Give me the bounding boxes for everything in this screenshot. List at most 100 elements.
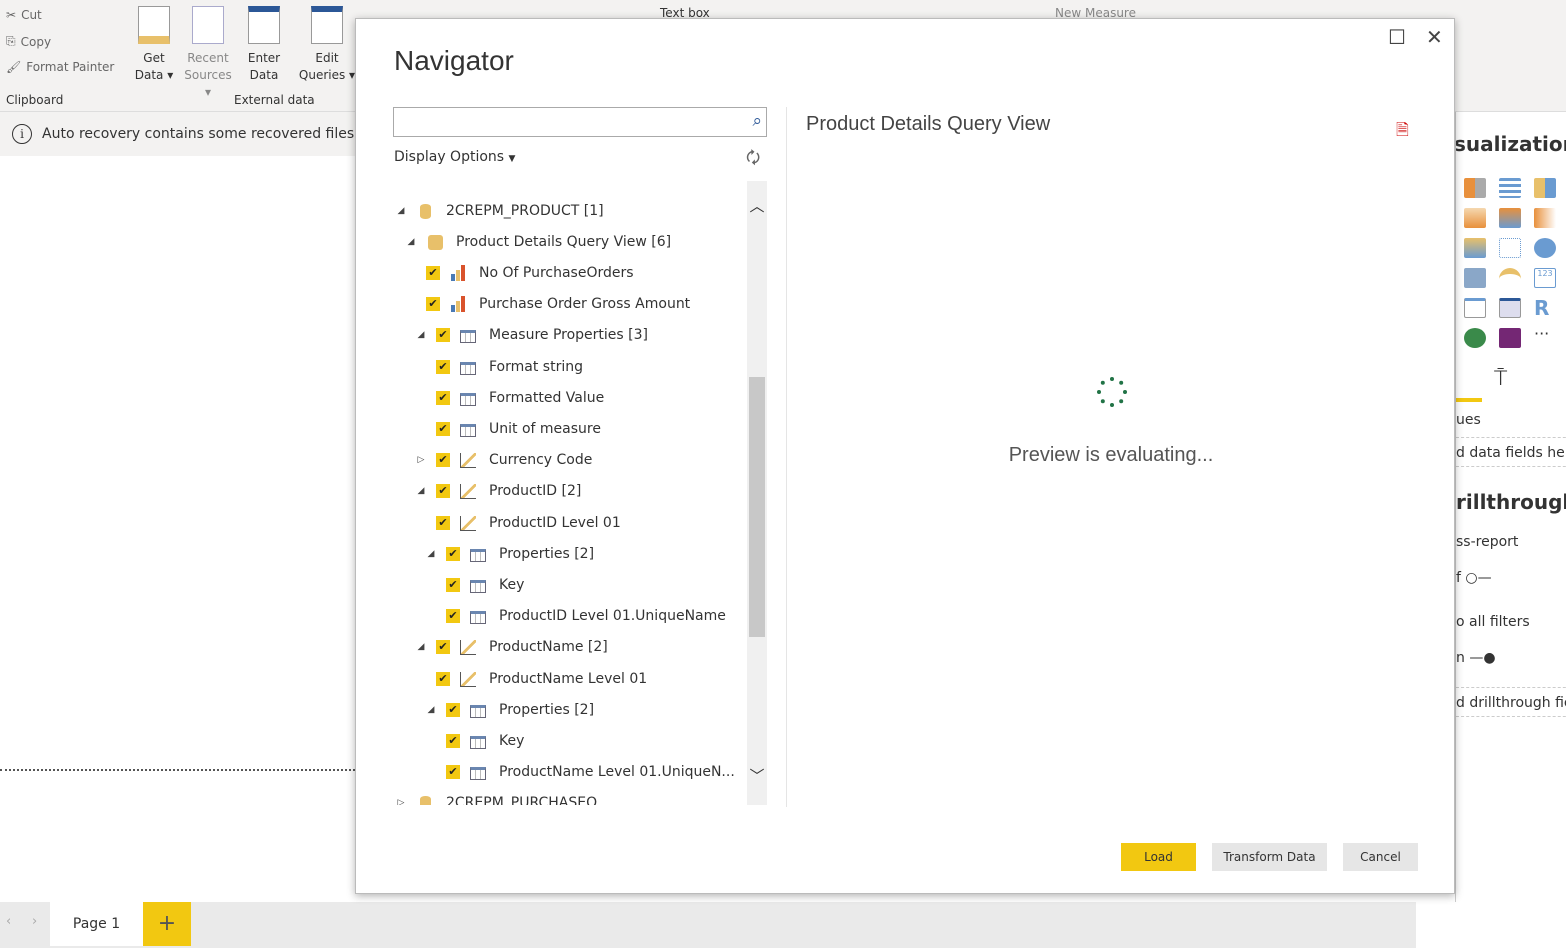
checkbox[interactable]: ✔: [436, 515, 450, 530]
tree-item[interactable]: ◢ ✔ Properties [2]: [426, 538, 594, 569]
checkbox[interactable]: ✔: [446, 609, 460, 624]
expanded-arrow-icon[interactable]: ◢: [396, 206, 406, 216]
matrix-icon[interactable]: [1499, 298, 1521, 318]
expanded-arrow-icon[interactable]: ◢: [406, 237, 416, 247]
expanded-arrow-icon[interactable]: ◢: [426, 549, 436, 559]
tree-item[interactable]: ✔ Key: [436, 725, 524, 756]
checkbox[interactable]: ✔: [436, 328, 450, 343]
cancel-button[interactable]: Cancel: [1343, 843, 1418, 871]
tree-scrollbar[interactable]: ︿ ﹀: [747, 181, 767, 805]
checkbox[interactable]: ✔: [436, 484, 450, 499]
tree-item[interactable]: ✔ ProductName Level 01: [426, 663, 647, 694]
tree-item[interactable]: ✔ Formatted Value: [426, 382, 604, 413]
spinner-dot: [1110, 403, 1114, 407]
transform-data-button[interactable]: Transform Data: [1212, 843, 1327, 871]
keep-filters-toggle[interactable]: n —●: [1456, 650, 1496, 666]
column-chart-icon[interactable]: [1534, 178, 1556, 198]
cut-button[interactable]: ✂ Cut: [6, 8, 42, 22]
scroll-up-icon[interactable]: ︿: [749, 195, 765, 216]
scatter-icon[interactable]: [1499, 238, 1521, 258]
checkbox[interactable]: ✔: [436, 671, 450, 686]
collapsed-arrow-icon[interactable]: ▷: [396, 798, 406, 805]
search-input[interactable]: ⌕: [393, 107, 767, 137]
clustered-bar-icon[interactable]: [1499, 178, 1521, 198]
scrollbar-thumb[interactable]: [749, 377, 765, 637]
tree-item[interactable]: ◢ 2CREPM_PRODUCT [1]: [396, 195, 604, 226]
get-data-button[interactable]: Get Data ▾: [132, 6, 176, 84]
collapsed-arrow-icon[interactable]: ▷: [416, 455, 426, 465]
checkbox[interactable]: ✔: [446, 733, 460, 748]
tree-item[interactable]: ▷ ✔ Currency Code: [416, 445, 592, 476]
checkbox[interactable]: ✔: [446, 577, 460, 592]
format-painter-button[interactable]: 🖌 Format Painter: [6, 60, 114, 74]
chevron-down-icon: ▼: [508, 154, 516, 164]
funnel-icon[interactable]: [1464, 238, 1486, 258]
tree-item[interactable]: ◢ ✔ ProductID [2]: [416, 476, 581, 507]
r-visual-icon[interactable]: R: [1534, 298, 1556, 318]
close-button[interactable]: ✕: [1426, 25, 1443, 49]
scroll-left-icon[interactable]: ‹: [6, 914, 11, 929]
clear-preview-icon[interactable]: 🗎: [1396, 119, 1409, 146]
copy-button[interactable]: ⎘ Copy: [6, 34, 51, 49]
table-icon: [469, 577, 487, 593]
tree-item[interactable]: ✔ No Of PurchaseOrders: [416, 257, 634, 288]
page-tab-1[interactable]: Page 1: [50, 902, 143, 946]
stacked-bar-icon[interactable]: [1464, 178, 1486, 198]
line-column-icon[interactable]: [1534, 208, 1556, 228]
checkbox[interactable]: ✔: [446, 702, 460, 717]
checkbox[interactable]: ✔: [426, 265, 440, 280]
tree-item[interactable]: ◢ ✔ Properties [2]: [426, 694, 594, 725]
checkbox[interactable]: ✔: [446, 765, 460, 780]
expanded-arrow-icon[interactable]: ◢: [426, 705, 436, 715]
drillthrough-drop-zone[interactable]: d drillthrough fiel: [1456, 687, 1566, 717]
map-icon[interactable]: [1464, 268, 1486, 288]
checkbox[interactable]: ✔: [436, 421, 450, 436]
tree-item[interactable]: ▷ 2CREPM_PURCHASEO: [396, 788, 597, 805]
cross-report-toggle[interactable]: f ○—: [1456, 570, 1492, 586]
paint-roller-icon[interactable]: ⍑: [1494, 366, 1507, 391]
checkbox[interactable]: ✔: [436, 390, 450, 405]
recent-sources-button[interactable]: Recent Sources ▾: [180, 6, 236, 101]
display-options-dropdown[interactable]: Display Options ▼: [394, 149, 515, 165]
tree-item[interactable]: ✔ ProductName Level 01.UniqueN...: [436, 757, 735, 788]
tree-item[interactable]: ✔ ProductID Level 01.UniqueName: [436, 601, 726, 632]
tree-item[interactable]: ◢ ✔ ProductName [2]: [416, 632, 608, 663]
preview-title: Product Details Query View: [806, 113, 1051, 135]
powerapps-icon[interactable]: [1499, 328, 1521, 348]
load-button[interactable]: Load: [1121, 843, 1196, 871]
expanded-arrow-icon[interactable]: ◢: [416, 486, 426, 496]
table-visual-icon[interactable]: [1464, 298, 1486, 318]
checkbox[interactable]: ✔: [436, 359, 450, 374]
tree-item[interactable]: ✔ ProductID Level 01: [426, 507, 621, 538]
globe-icon[interactable]: [1464, 328, 1486, 348]
tree-item-label: ProductID Level 01.UniqueName: [499, 608, 726, 625]
area-chart-icon[interactable]: [1464, 208, 1486, 228]
cube-icon: [426, 234, 444, 250]
tree-item[interactable]: ✔ Unit of measure: [426, 413, 601, 444]
tree-item[interactable]: ✔ Format string: [426, 351, 583, 382]
tree-item[interactable]: ◢ ✔ Measure Properties [3]: [416, 320, 648, 351]
card-icon[interactable]: 123: [1534, 268, 1556, 288]
edit-queries-button[interactable]: Edit Queries ▾: [298, 6, 356, 84]
tree-item[interactable]: ✔ Purchase Order Gross Amount: [416, 289, 690, 320]
checkbox[interactable]: ✔: [446, 546, 460, 561]
add-page-button[interactable]: +: [143, 902, 191, 946]
scroll-down-icon[interactable]: ﹀: [749, 765, 765, 786]
checkbox[interactable]: ✔: [436, 453, 450, 468]
maximize-button[interactable]: ☐: [1388, 25, 1406, 49]
pie-icon[interactable]: [1534, 238, 1556, 258]
search-icon[interactable]: ⌕: [752, 111, 762, 131]
gauge-icon[interactable]: [1499, 268, 1521, 288]
expanded-arrow-icon[interactable]: ◢: [416, 330, 426, 340]
checkbox[interactable]: ✔: [426, 297, 440, 312]
tree-item[interactable]: ✔ Key: [436, 569, 524, 600]
scroll-right-icon[interactable]: ›: [32, 914, 37, 929]
values-drop-zone[interactable]: d data fields here: [1456, 437, 1566, 467]
refresh-icon[interactable]: 🗘: [746, 147, 760, 174]
tree-item[interactable]: ◢ Product Details Query View [6]: [406, 226, 671, 257]
enter-data-button[interactable]: Enter Data: [244, 6, 284, 84]
expanded-arrow-icon[interactable]: ◢: [416, 642, 426, 652]
more-icon[interactable]: ···: [1534, 326, 1556, 348]
checkbox[interactable]: ✔: [436, 640, 450, 655]
stacked-area-icon[interactable]: [1499, 208, 1521, 228]
